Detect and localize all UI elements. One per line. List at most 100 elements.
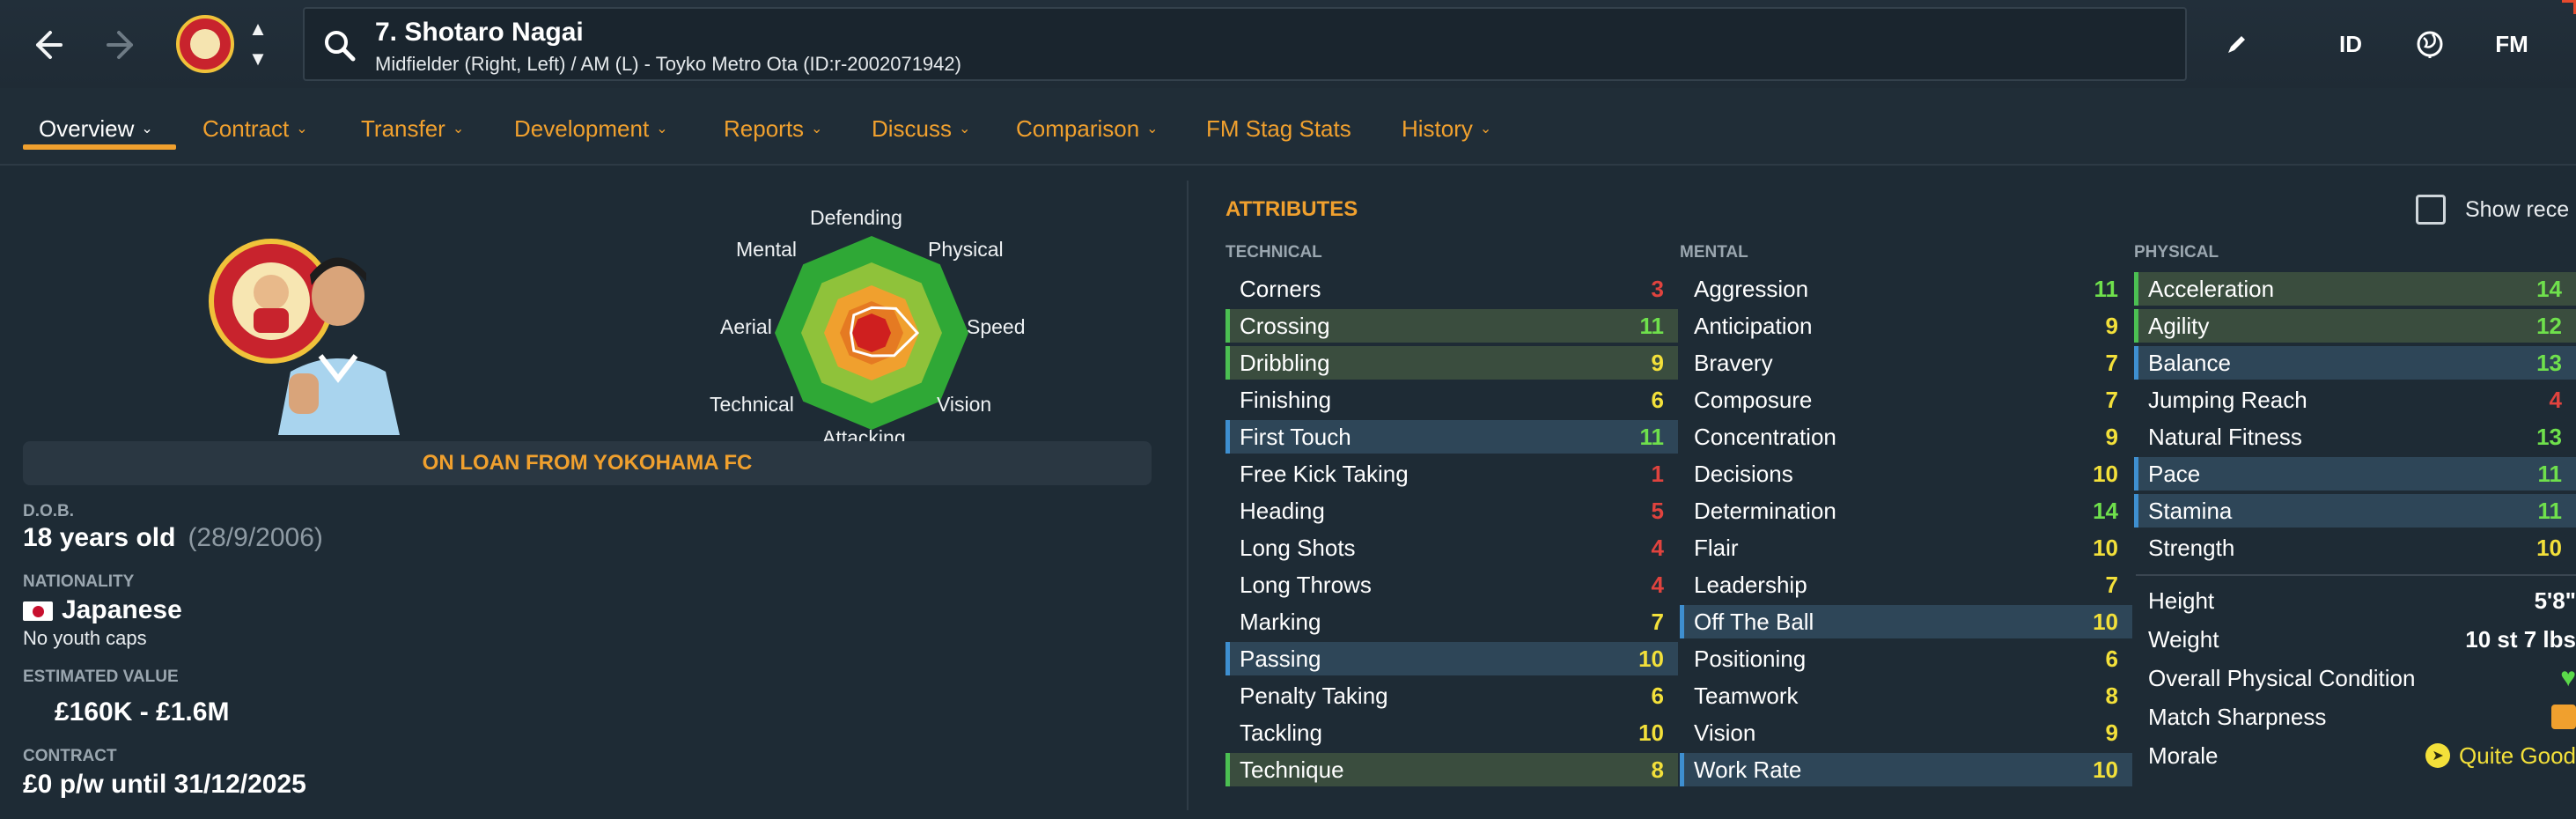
attribute-row[interactable]: Long Throws 4: [1225, 568, 1678, 601]
attribute-value: 13: [2536, 423, 2562, 450]
height-label: Height: [2148, 587, 2215, 614]
attribute-row[interactable]: Long Shots 4: [1225, 531, 1678, 564]
attribute-row[interactable]: Balance 13: [2134, 346, 2576, 380]
attribute-row[interactable]: Positioning 6: [1680, 642, 2132, 675]
attribute-row[interactable]: Natural Fitness 13: [2134, 420, 2576, 454]
attribute-name: Strength: [2148, 534, 2235, 561]
checkbox[interactable]: [2416, 195, 2446, 225]
attribute-row[interactable]: First Touch 11: [1225, 420, 1678, 454]
attribute-row[interactable]: Technique 8: [1225, 753, 1678, 786]
attribute-row[interactable]: Determination 14: [1680, 494, 2132, 528]
attribute-row[interactable]: Concentration 9: [1680, 420, 2132, 454]
edit-button[interactable]: [2213, 18, 2261, 70]
sharpness-row[interactable]: Match Sharpness: [2148, 701, 2576, 733]
player-search-box[interactable]: 7. Shotaro Nagai Midfielder (Right, Left…: [303, 7, 2187, 81]
attribute-row[interactable]: Stamina 11: [2134, 494, 2576, 528]
condition-row[interactable]: Overall Physical Condition ♥: [2148, 662, 2576, 694]
attribute-row[interactable]: Flair 10: [1680, 531, 2132, 564]
nationality-value[interactable]: Japanese: [62, 595, 182, 625]
attribute-value: 9: [2105, 719, 2118, 746]
attribute-name: Corners: [1240, 275, 1321, 302]
attribute-row[interactable]: Heading 5: [1225, 494, 1678, 528]
heart-icon: ♥: [2560, 663, 2576, 692]
attribute-value: 8: [1651, 756, 1664, 783]
club-badge[interactable]: [176, 15, 234, 73]
attribute-row[interactable]: Aggression 11: [1680, 272, 2132, 306]
attribute-row[interactable]: Teamwork 8: [1680, 679, 2132, 712]
attribute-name: Crossing: [1240, 312, 1330, 339]
attribute-row[interactable]: Leadership 7: [1680, 568, 2132, 601]
attribute-name: Leadership: [1694, 571, 1807, 598]
attribute-row[interactable]: Crossing 11: [1225, 309, 1678, 343]
globe-button[interactable]: [2403, 18, 2456, 70]
attribute-row[interactable]: Strength 10: [2134, 531, 2576, 564]
attribute-row[interactable]: Bravery 7: [1680, 346, 2132, 380]
attribute-value: 7: [1651, 608, 1664, 635]
attribute-row[interactable]: Pace 11: [2134, 457, 2576, 491]
attribute-name: Natural Fitness: [2148, 423, 2302, 450]
attribute-row[interactable]: Free Kick Taking 1: [1225, 457, 1678, 491]
attribute-row[interactable]: Acceleration 14: [2134, 272, 2576, 306]
tab-reports[interactable]: Reports ⌄: [724, 113, 822, 144]
radar-band-core: [852, 314, 891, 352]
attribute-row[interactable]: Decisions 10: [1680, 457, 2132, 491]
attribute-row[interactable]: Off The Ball 10: [1680, 605, 2132, 638]
attribute-value: 7: [2105, 349, 2118, 376]
morale-row[interactable]: Morale ➤ Quite Good: [2148, 740, 2576, 771]
player-switcher[interactable]: ▲ ▼: [245, 19, 271, 69]
forward-button[interactable]: [93, 16, 151, 74]
attribute-value: 11: [2094, 275, 2119, 302]
attribute-row[interactable]: Vision 9: [1680, 716, 2132, 749]
attribute-row[interactable]: Composure 7: [1680, 383, 2132, 417]
attribute-value: 11: [1639, 423, 1665, 450]
attribute-row[interactable]: Work Rate 10: [1680, 753, 2132, 786]
tab-discuss[interactable]: Discuss ⌄: [872, 113, 970, 144]
tab-label: Reports: [724, 114, 805, 142]
attribute-row[interactable]: Finishing 6: [1225, 383, 1678, 417]
tab-comparison[interactable]: Comparison ⌄: [1016, 113, 1159, 144]
contract-label: CONTRACT: [23, 747, 117, 765]
attribute-row[interactable]: Jumping Reach 4: [2134, 383, 2576, 417]
attribute-row[interactable]: Agility 12: [2134, 309, 2576, 343]
tab-overview[interactable]: Overview ⌄: [39, 113, 153, 144]
weight-row: Weight 10 st 7 lbs: [2148, 623, 2576, 655]
tab-contract[interactable]: Contract ⌄: [202, 113, 308, 144]
attribute-value: 4: [1651, 534, 1664, 561]
attribute-name: Stamina: [2148, 497, 2233, 524]
attribute-value: 10: [2093, 756, 2118, 783]
attribute-row[interactable]: Corners 3: [1225, 272, 1678, 306]
radar-label-defending: Defending: [810, 206, 902, 229]
chevron-down-icon: ⌄: [296, 122, 308, 136]
attributes-title: ATTRIBUTES: [1225, 197, 1358, 221]
loan-status-banner[interactable]: ON LOAN FROM YOKOHAMA FC: [23, 441, 1152, 485]
dob-label: D.O.B.: [23, 502, 75, 520]
player-portrait[interactable]: [204, 224, 424, 435]
attribute-row[interactable]: Penalty Taking 6: [1225, 679, 1678, 712]
estimated-value: £160K - £1.6M: [55, 697, 230, 727]
sharpness-icon: [2551, 705, 2576, 729]
fm-button[interactable]: FM: [2481, 18, 2543, 70]
morale-label: Morale: [2148, 742, 2219, 769]
attribute-row[interactable]: Anticipation 9: [1680, 309, 2132, 343]
tab-fm-stag-stats[interactable]: FM Stag Stats: [1206, 113, 1351, 144]
tab-development[interactable]: Development ⌄: [514, 113, 668, 144]
attribute-row[interactable]: Marking 7: [1225, 605, 1678, 638]
profile-panel: Defending Physical Speed Vision Attackin…: [0, 167, 1180, 819]
radar-label-aerial: Aerial: [720, 315, 772, 338]
attribute-value: 10: [1638, 719, 1664, 746]
radar-label-technical: Technical: [710, 393, 794, 416]
attribute-row[interactable]: Tackling 10: [1225, 716, 1678, 749]
attribute-row[interactable]: Passing 10: [1225, 642, 1678, 675]
attribute-row[interactable]: Dribbling 9: [1225, 346, 1678, 380]
id-button[interactable]: ID: [2324, 18, 2377, 70]
chevron-up-icon[interactable]: ▲: [248, 19, 268, 39]
show-recent-toggle[interactable]: Show rece: [2416, 192, 2569, 227]
tab-history[interactable]: History ⌄: [1402, 113, 1491, 144]
japan-flag-icon: [23, 601, 53, 621]
chevron-down-icon[interactable]: ▼: [248, 49, 268, 69]
tab-transfer[interactable]: Transfer ⌄: [361, 113, 464, 144]
tab-label: Discuss: [872, 114, 953, 142]
back-button[interactable]: [18, 16, 76, 74]
attribute-value: 11: [2537, 460, 2563, 487]
panel-divider: [1187, 181, 1189, 810]
